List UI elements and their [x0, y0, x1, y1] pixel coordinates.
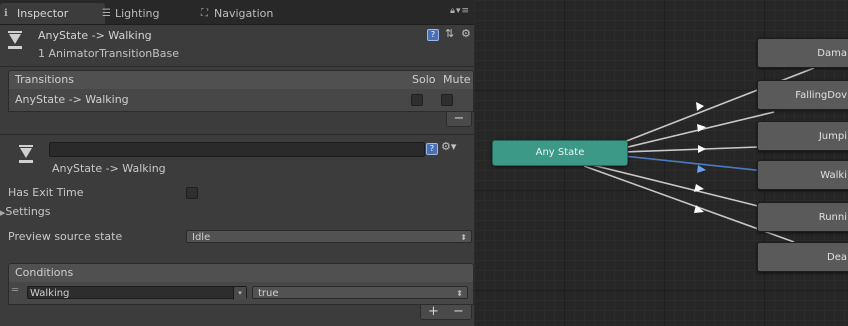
settings-foldout[interactable]: ▶Settings: [0, 205, 51, 218]
lighting-icon: ☰: [102, 8, 111, 19]
transition-line[interactable]: [583, 162, 759, 207]
transition-arrow-icon: [697, 165, 706, 173]
transition-arrow-icon: [698, 145, 706, 153]
state-node-jumping[interactable]: Jumpi: [757, 121, 848, 151]
state-node-damage[interactable]: Dama: [757, 38, 848, 68]
menu-icon[interactable]: ▾≡: [456, 6, 470, 16]
settings-label: Settings: [5, 205, 51, 218]
tab-inspector[interactable]: ℹ Inspector: [0, 3, 105, 24]
state-node-falling-down[interactable]: FallingDov: [757, 80, 848, 110]
condition-buttons: + −: [420, 305, 472, 320]
add-condition-button[interactable]: +: [421, 305, 446, 318]
condition-value-dropdown[interactable]: true ⬍: [252, 286, 468, 299]
transition-icon: [18, 145, 34, 165]
solo-checkbox[interactable]: [411, 94, 423, 106]
conditions-title: Conditions: [15, 266, 74, 279]
has-exit-time-checkbox[interactable]: [186, 187, 198, 199]
transitions-title: Transitions: [15, 73, 74, 86]
navigation-icon: ⛶: [201, 8, 208, 19]
condition-parameter-value: Walking: [30, 288, 70, 299]
condition-row[interactable]: ═ Walking ▾ true ⬍: [9, 282, 473, 304]
solo-column-label: Solo: [412, 73, 436, 86]
conditions-list: ═ Walking ▾ true ⬍: [8, 282, 474, 305]
condition-value: true: [258, 288, 279, 299]
header-title: AnyState -> Walking: [38, 29, 152, 42]
tab-bar: ℹ Inspector ☰ Lighting ⛶ Navigation 🔒︎▾≡: [0, 0, 474, 25]
gear-icon[interactable]: ⚙: [461, 27, 471, 40]
condition-parameter-field[interactable]: Walking ▾: [27, 286, 247, 300]
transition-line[interactable]: [623, 146, 759, 153]
transition-label: AnyState -> Walking: [52, 162, 166, 175]
preview-source-value: Idle: [192, 232, 211, 243]
transition-icon: [7, 31, 23, 51]
inspector-panel: ℹ Inspector ☰ Lighting ⛶ Navigation 🔒︎▾≡…: [0, 0, 474, 326]
tab-label: Inspector: [17, 7, 69, 20]
help-icon[interactable]: ?: [427, 29, 439, 41]
has-exit-time-label: Has Exit Time: [8, 186, 84, 199]
header-subtitle: 1 AnimatorTransitionBase: [38, 47, 180, 60]
transition-arrow-icon: [696, 102, 704, 111]
settings-gear-icon[interactable]: ⚙▾: [441, 140, 456, 153]
transitions-list: AnyState -> Walking: [8, 89, 474, 112]
divider: [0, 134, 474, 135]
tab-lighting[interactable]: ☰ Lighting: [98, 3, 205, 24]
transitions-header: Transitions Solo Mute: [8, 70, 474, 90]
mute-checkbox[interactable]: [441, 94, 453, 106]
divider: [0, 66, 474, 67]
transition-row-label: AnyState -> Walking: [15, 93, 129, 106]
drag-handle-icon[interactable]: ═: [12, 285, 18, 296]
dropdown-arrow-icon: ⬍: [460, 233, 467, 242]
state-node-running[interactable]: Runni: [757, 202, 848, 232]
help-icon[interactable]: ?: [426, 143, 438, 155]
any-state-node[interactable]: Any State: [492, 140, 628, 166]
transition-name-field[interactable]: [49, 142, 425, 157]
remove-condition-button[interactable]: −: [446, 305, 471, 318]
info-icon: ℹ: [4, 8, 8, 19]
preview-source-dropdown[interactable]: Idle ⬍: [186, 230, 472, 243]
preset-icon[interactable]: ⇅: [445, 27, 454, 40]
remove-transition-button[interactable]: −: [446, 112, 472, 127]
state-node-walking[interactable]: Walki: [757, 160, 848, 190]
conditions-header: Conditions: [8, 263, 474, 283]
tab-navigation[interactable]: ⛶ Navigation: [197, 3, 314, 24]
lock-menu-icons: 🔒︎▾≡: [450, 6, 470, 16]
transition-row[interactable]: AnyState -> Walking: [9, 89, 473, 111]
dropdown-arrow-icon: ⬍: [456, 289, 463, 298]
mute-column-label: Mute: [443, 73, 471, 86]
state-node-death[interactable]: Dea: [757, 242, 848, 272]
tab-label: Navigation: [214, 7, 274, 20]
animator-graph[interactable]: Any State Dama FallingDov Jumpi Walki Ru…: [474, 0, 848, 326]
preview-source-label: Preview source state: [8, 230, 123, 243]
tab-label: Lighting: [115, 7, 160, 20]
parameter-dropdown-icon[interactable]: ▾: [233, 287, 246, 300]
